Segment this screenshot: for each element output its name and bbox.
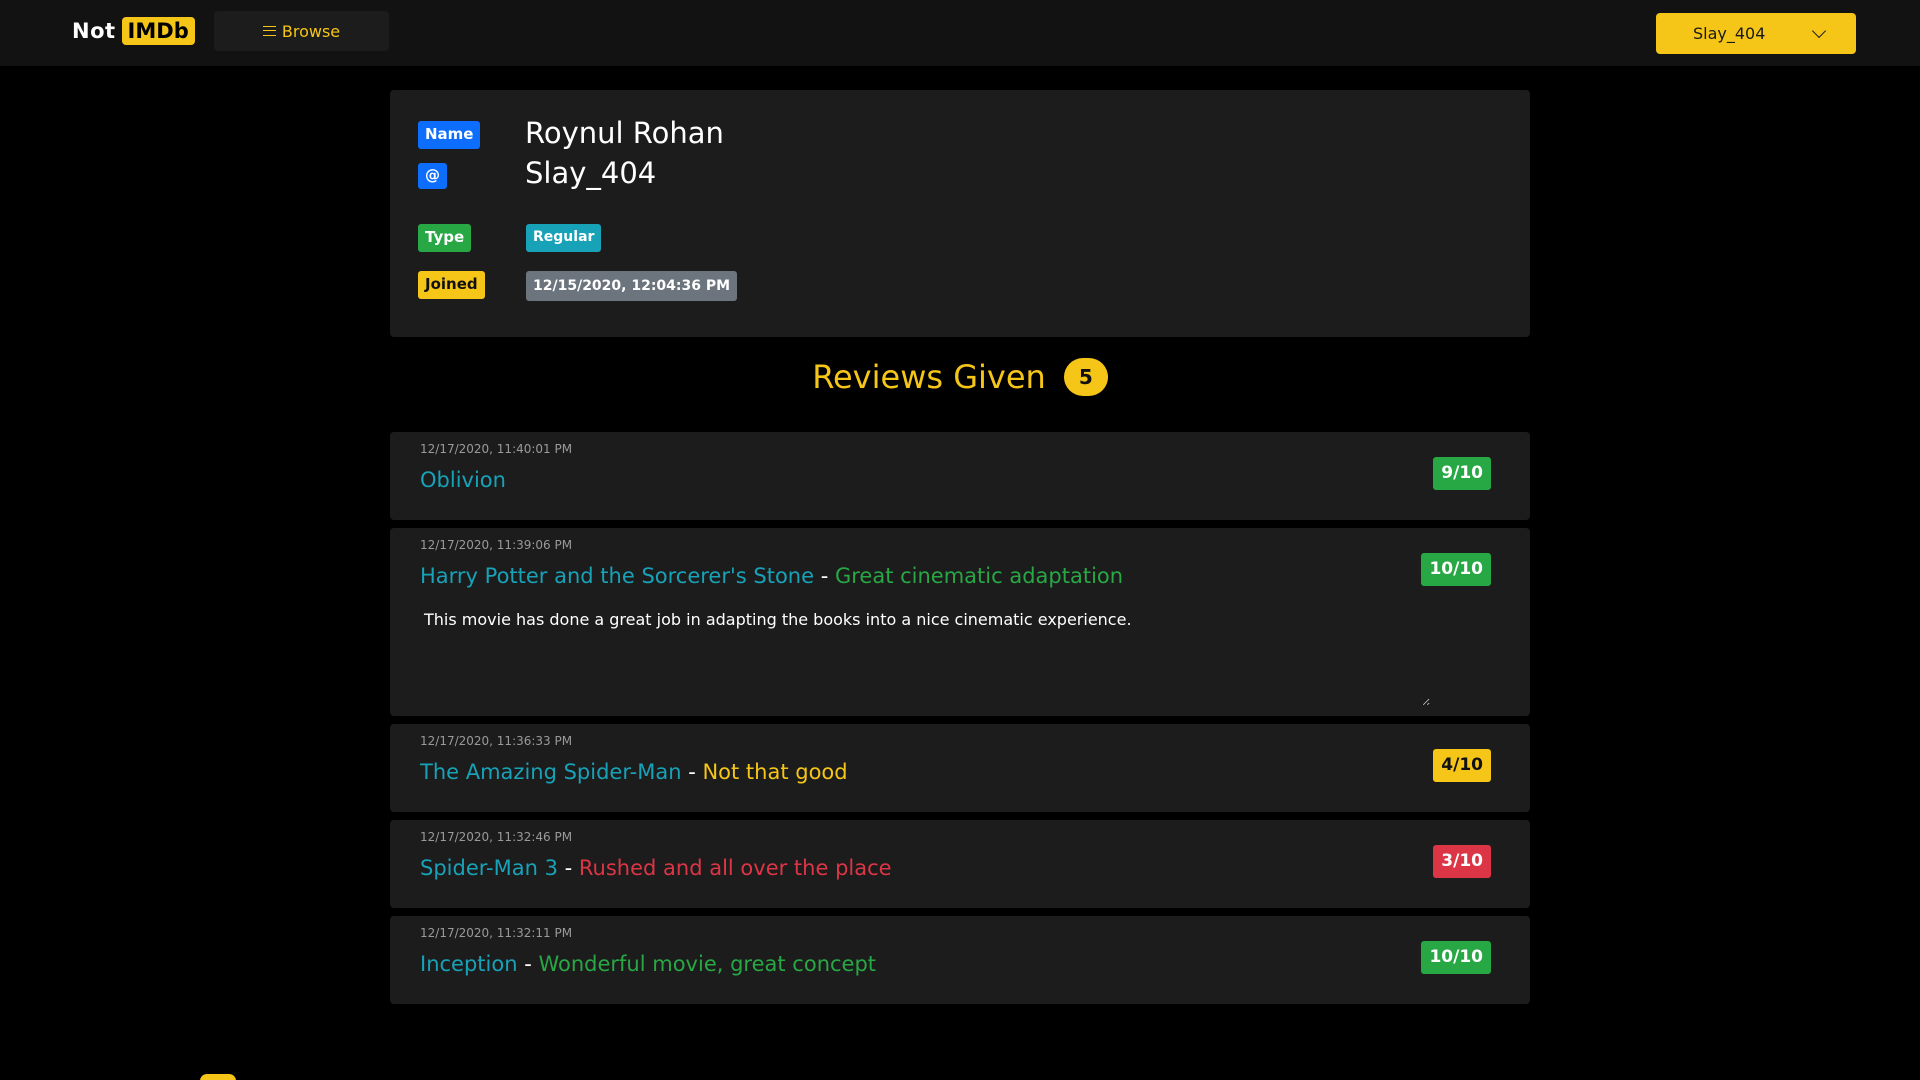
review-timestamp: 12/17/2020, 11:36:33 PM: [420, 734, 573, 748]
joined-date-value: 12/15/2020, 12:04:36 PM: [526, 271, 738, 301]
review-score-badge: 10/10: [1421, 553, 1491, 586]
review-title-line: Harry Potter and the Sorcerer's Stone - …: [420, 564, 1123, 588]
review-movie-link[interactable]: Oblivion: [420, 468, 506, 492]
review-separator: -: [517, 952, 539, 976]
review-headline: Great cinematic adaptation: [834, 564, 1124, 588]
review-headline: Wonderful movie, great concept: [538, 952, 877, 976]
review-headline: Rushed and all over the place: [578, 856, 892, 880]
review-timestamp: 12/17/2020, 11:39:06 PM: [420, 538, 573, 552]
review-card: 12/17/2020, 11:39:06 PM Harry Potter and…: [390, 528, 1530, 716]
review-movie-link[interactable]: The Amazing Spider-Man: [420, 760, 682, 784]
review-timestamp: 12/17/2020, 11:32:46 PM: [420, 830, 573, 844]
review-movie-link[interactable]: Spider-Man 3: [420, 856, 558, 880]
logo-imdb-text: IMDb: [121, 17, 195, 45]
review-score-badge: 4/10: [1433, 749, 1491, 782]
browse-label: Browse: [281, 21, 341, 41]
review-card: 12/17/2020, 11:32:11 PM Inception - Wond…: [390, 916, 1530, 1004]
review-separator: -: [814, 564, 835, 588]
profile-username: Slay_404: [525, 156, 657, 190]
review-separator: -: [557, 856, 579, 880]
review-title-line: Oblivion: [420, 468, 506, 492]
hamburger-menu-icon: [262, 26, 276, 36]
reviews-header: Reviews Given 5: [390, 358, 1530, 396]
scroll-to-top-button[interactable]: [200, 1074, 236, 1080]
chevron-down-icon: [1811, 23, 1827, 39]
review-headline: Not that good: [702, 760, 848, 784]
user-menu-dropdown[interactable]: Slay_404: [1656, 13, 1856, 54]
review-score-badge: 3/10: [1433, 845, 1491, 878]
review-score-badge: 10/10: [1421, 941, 1491, 974]
username-badge: @: [418, 163, 447, 189]
review-movie-link[interactable]: Harry Potter and the Sorcerer's Stone: [420, 564, 814, 588]
review-card: 12/17/2020, 11:36:33 PM The Amazing Spid…: [390, 724, 1530, 812]
review-title-line: The Amazing Spider-Man - Not that good: [420, 760, 848, 784]
reviews-count-badge: 5: [1063, 358, 1108, 396]
joined-badge: Joined: [418, 271, 485, 299]
review-card: 12/17/2020, 11:40:01 PM Oblivion 9/10: [390, 432, 1530, 520]
review-title-line: Inception - Wonderful movie, great conce…: [420, 952, 876, 976]
review-movie-link[interactable]: Inception: [420, 952, 518, 976]
review-text-area[interactable]: [420, 606, 1430, 706]
user-menu-label: Slay_404: [1693, 24, 1766, 43]
review-timestamp: 12/17/2020, 11:40:01 PM: [420, 442, 573, 456]
review-separator: -: [681, 760, 703, 784]
browse-button[interactable]: Browse: [214, 11, 389, 51]
profile-card: Name Roynul Rohan @ Slay_404 Type Regula…: [390, 90, 1530, 337]
review-timestamp: 12/17/2020, 11:32:11 PM: [420, 926, 573, 940]
profile-full-name: Roynul Rohan: [525, 116, 724, 150]
review-score-badge: 9/10: [1433, 457, 1491, 490]
review-title-line: Spider-Man 3 - Rushed and all over the p…: [420, 856, 892, 880]
name-badge: Name: [418, 121, 481, 149]
type-badge: Type: [418, 224, 472, 252]
review-card: 12/17/2020, 11:32:46 PM Spider-Man 3 - R…: [390, 820, 1530, 908]
site-logo[interactable]: Not IMDb: [72, 16, 195, 46]
reviews-title: Reviews Given: [812, 358, 1046, 396]
logo-not-text: Not: [72, 19, 116, 43]
top-navbar: Not IMDb Browse Slay_404: [0, 0, 1920, 66]
user-type-value: Regular: [526, 224, 602, 252]
